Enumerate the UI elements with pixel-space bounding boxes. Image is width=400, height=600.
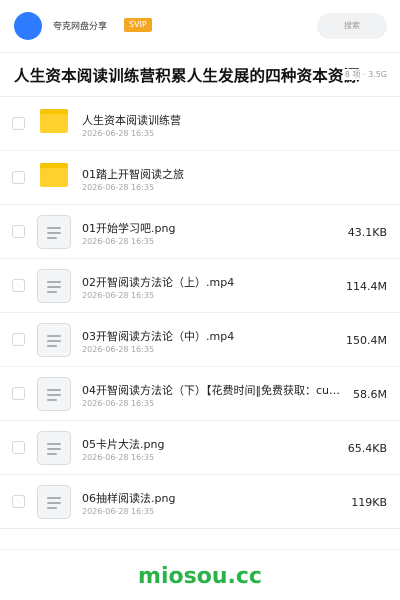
header: 夸克网盘分享 SVIP 搜索 [0, 0, 400, 52]
select-checkbox[interactable] [12, 441, 25, 454]
file-date: 2026-06-28 16:35 [82, 183, 155, 192]
svip-badge: SVIP [124, 18, 152, 32]
file-name: 01踏上开智阅读之旅 [82, 168, 184, 181]
file-date: 2026-06-28 16:35 [82, 291, 155, 300]
document-icon [37, 485, 71, 519]
select-checkbox[interactable] [12, 117, 25, 130]
file-size: 65.4KB [347, 442, 387, 455]
list-item[interactable]: 04开智阅读方法论（下）【花费时间‖免费获取：cu… 2026-06-28 16… [0, 367, 400, 421]
list-item[interactable]: 01踏上开智阅读之旅 2026-06-28 16:35 [0, 151, 400, 205]
footer: miosou.cc [0, 549, 400, 600]
list-item[interactable]: 03开智阅读方法论（中）.mp4 2026-06-28 16:35 150.4M [0, 313, 400, 367]
file-date: 2026-06-28 16:35 [82, 345, 155, 354]
file-name: 03开智阅读方法论（中）.mp4 [82, 330, 235, 343]
file-name: 06抽样阅读法.png [82, 492, 176, 505]
page-title: 人生资本阅读训练营积累人生发展的四种资本资源 [14, 67, 360, 85]
file-size: 58.6M [353, 388, 387, 401]
file-size: 114.4M [346, 280, 387, 293]
watermark-text: miosou.cc [138, 564, 262, 589]
file-name: 05卡片大法.png [82, 438, 165, 451]
folder-icon [37, 107, 71, 141]
file-date: 2026-06-28 16:35 [82, 129, 155, 138]
document-icon [37, 377, 71, 411]
select-checkbox[interactable] [12, 171, 25, 184]
document-icon [37, 323, 71, 357]
file-size: 43.1KB [347, 226, 387, 239]
document-icon [37, 269, 71, 303]
share-meta: 8 项 · 3.5G [342, 69, 387, 80]
file-list: 人生资本阅读训练营 2026-06-28 16:35 01踏上开智阅读之旅 20… [0, 97, 400, 529]
avatar[interactable] [14, 12, 42, 40]
select-checkbox[interactable] [12, 279, 25, 292]
search-input[interactable]: 搜索 [317, 13, 387, 39]
file-size: 150.4M [346, 334, 387, 347]
document-icon [37, 431, 71, 465]
file-name: 01开始学习吧.png [82, 222, 176, 235]
list-item[interactable]: 02开智阅读方法论（上）.mp4 2026-06-28 16:35 114.4M [0, 259, 400, 313]
select-checkbox[interactable] [12, 333, 25, 346]
file-name: 02开智阅读方法论（上）.mp4 [82, 276, 235, 289]
file-name: 04开智阅读方法论（下）【花费时间‖免费获取：cu… [82, 384, 341, 397]
select-checkbox[interactable] [12, 387, 25, 400]
list-item[interactable]: 06抽样阅读法.png 2026-06-28 16:35 119KB [0, 475, 400, 529]
file-name: 人生资本阅读训练营 [82, 114, 181, 127]
file-date: 2026-06-28 16:35 [82, 507, 155, 516]
list-item[interactable]: 05卡片大法.png 2026-06-28 16:35 65.4KB [0, 421, 400, 475]
select-checkbox[interactable] [12, 225, 25, 238]
user-name: 夸克网盘分享 [53, 22, 108, 32]
file-date: 2026-06-28 16:35 [82, 237, 155, 246]
folder-icon [37, 161, 71, 195]
file-size: 119KB [351, 496, 387, 509]
list-item[interactable]: 人生资本阅读训练营 2026-06-28 16:35 [0, 97, 400, 151]
document-icon [37, 215, 71, 249]
list-item[interactable]: 01开始学习吧.png 2026-06-28 16:35 43.1KB [0, 205, 400, 259]
file-date: 2026-06-28 16:35 [82, 399, 155, 408]
share-title-row: 人生资本阅读训练营积累人生发展的四种资本资源 8 项 · 3.5G [0, 53, 400, 98]
file-date: 2026-06-28 16:35 [82, 453, 155, 462]
select-checkbox[interactable] [12, 495, 25, 508]
